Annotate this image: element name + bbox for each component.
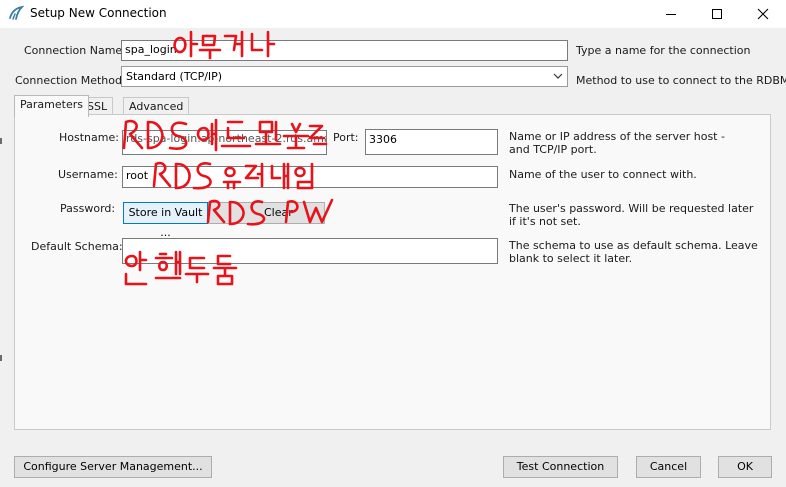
minimize-button[interactable]	[648, 0, 694, 28]
port-label: Port:	[333, 131, 359, 144]
username-input[interactable]: root	[122, 166, 498, 188]
test-connection-button[interactable]: Test Connection	[503, 456, 618, 478]
window-title: Setup New Connection	[30, 6, 167, 20]
default-schema-label: Default Schema:	[31, 240, 123, 253]
minimize-icon	[666, 14, 676, 15]
hostname-input[interactable]: rds-spa-login.ap-northeast-2.rds.amazona…	[122, 130, 327, 155]
connection-method-hint: Method to use to connect to the RDBMS	[576, 74, 786, 87]
maximize-button[interactable]	[694, 0, 740, 28]
configure-server-management-button[interactable]: Configure Server Management...	[14, 456, 212, 478]
default-schema-input[interactable]	[122, 238, 498, 264]
username-label: Username:	[58, 168, 118, 181]
maximize-icon	[712, 9, 722, 19]
resize-grip	[0, 138, 2, 144]
store-in-vault-button[interactable]: Store in Vault ...	[123, 202, 208, 239]
password-hint: The user's password. Will be requested l…	[509, 202, 754, 228]
port-input[interactable]: 3306	[365, 129, 498, 155]
connection-name-label: Connection Name:	[24, 44, 126, 57]
connection-method-select[interactable]: Standard (TCP/IP)	[121, 66, 568, 87]
cancel-button[interactable]: Cancel	[636, 456, 701, 478]
username-hint: Name of the user to connect with.	[509, 168, 697, 181]
close-icon	[757, 8, 769, 20]
connection-name-hint: Type a name for the connection	[576, 44, 751, 57]
connection-name-input[interactable]: spa_login	[121, 40, 568, 61]
connection-method-label: Connection Method:	[15, 74, 126, 87]
password-label: Password:	[60, 202, 116, 215]
ok-button[interactable]: OK	[718, 456, 772, 478]
clear-password-button[interactable]: Clear	[208, 202, 325, 224]
connection-method-value: Standard (TCP/IP)	[126, 70, 223, 83]
hostname-hint: Name or IP address of the server host - …	[509, 130, 725, 156]
title-bar: Setup New Connection	[0, 0, 786, 28]
chevron-down-icon	[553, 73, 563, 79]
hostname-label: Hostname:	[59, 131, 119, 144]
resize-grip	[0, 355, 2, 361]
mysql-workbench-icon	[9, 5, 24, 20]
close-button[interactable]	[740, 0, 786, 28]
default-schema-hint: The schema to use as default schema. Lea…	[509, 239, 758, 265]
tab-parameters[interactable]: Parameters	[14, 95, 89, 117]
parameters-panel	[14, 114, 771, 430]
